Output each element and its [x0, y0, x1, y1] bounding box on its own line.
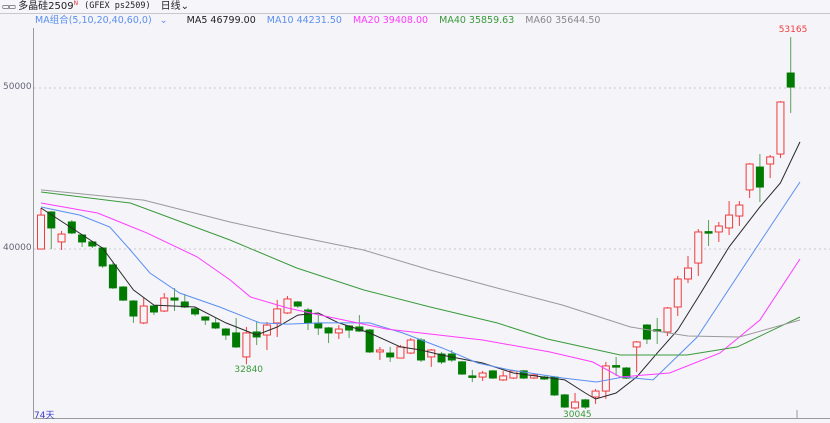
candle-down — [191, 308, 200, 315]
candle-up — [160, 297, 169, 312]
low-price-label: 32840 — [234, 365, 264, 376]
candle-up — [673, 278, 682, 308]
candle-down — [119, 286, 128, 301]
candle-up — [406, 339, 415, 354]
candle-up — [735, 204, 744, 217]
candle-up — [663, 307, 672, 333]
candle-up — [684, 267, 693, 280]
candle-up — [776, 101, 785, 155]
candle-down — [386, 352, 395, 358]
candle-down — [324, 327, 333, 334]
candle-up — [591, 390, 600, 398]
candle-up — [375, 349, 384, 353]
candle-down — [221, 328, 230, 336]
candle-down — [581, 399, 590, 408]
candle-down — [108, 264, 117, 289]
candle-up — [283, 298, 292, 314]
candle-down — [149, 305, 158, 313]
candle-up — [273, 308, 282, 324]
candle-up — [725, 214, 734, 229]
candle-down — [612, 365, 621, 368]
candle-up — [396, 346, 405, 359]
candle-down — [642, 324, 651, 340]
high-price-label: 53165 — [778, 25, 808, 36]
candle-down — [67, 221, 76, 234]
candle-down — [170, 297, 179, 301]
candle-down — [550, 376, 559, 396]
candle-up — [478, 372, 487, 378]
candle-up — [571, 401, 580, 409]
candle-down — [293, 301, 302, 307]
candle-up — [57, 233, 66, 243]
candle-down — [488, 370, 497, 379]
candle-up — [745, 163, 754, 191]
candle-up — [242, 332, 251, 358]
candle-down — [458, 361, 467, 375]
candle-down — [314, 322, 323, 329]
candle-down — [468, 375, 477, 378]
candle-down — [211, 322, 220, 329]
candlestick-chart[interactable] — [0, 0, 830, 423]
candle-up — [632, 341, 641, 348]
candle-down — [232, 332, 241, 348]
candle-down — [704, 231, 713, 234]
candle-down — [755, 166, 764, 188]
candle-up — [766, 156, 775, 165]
candle-up — [139, 305, 148, 324]
candle-up — [334, 328, 343, 334]
candle-down — [129, 300, 138, 317]
candle-down — [786, 72, 795, 88]
candle-down — [201, 316, 210, 321]
low-price-label: 30045 — [563, 410, 592, 421]
candle-up — [714, 225, 723, 233]
candle-up — [37, 214, 45, 250]
candle-down — [560, 394, 569, 408]
candle-up — [499, 375, 508, 381]
candle-up — [694, 231, 703, 264]
